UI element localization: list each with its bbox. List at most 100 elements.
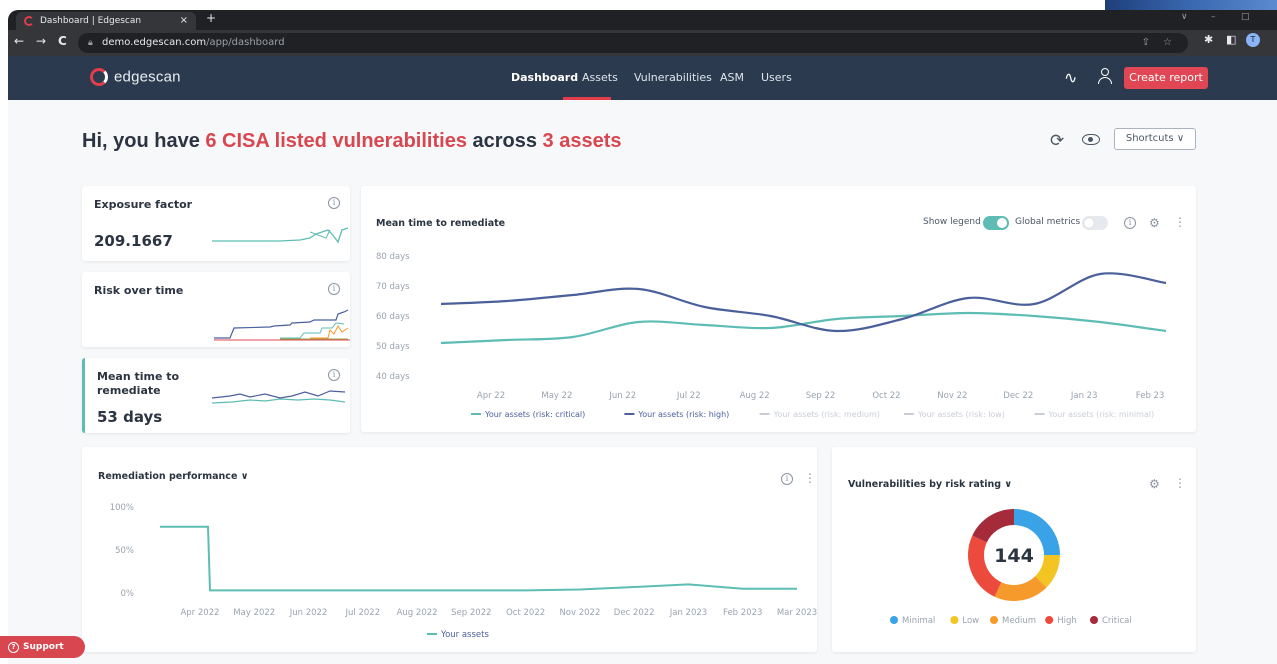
remediation-performance-card: Remediation performance ∨ i ⋮ 100% 50% 0% A… xyxy=(82,447,817,652)
vulns-risk-dropdown[interactable]: Vulnerabilities by risk rating ∨ xyxy=(848,479,1012,490)
y-tick-label: 0% xyxy=(121,589,135,599)
legend-label: Medium xyxy=(1002,616,1036,626)
maximize-button[interactable]: □ xyxy=(1241,12,1250,22)
x-tick-label: Oct 2022 xyxy=(506,608,545,618)
info-icon[interactable]: i xyxy=(328,197,340,209)
more-options-icon[interactable]: ⋮ xyxy=(1174,476,1186,490)
remediation-line-chart: 100% 50% 0% Apr 2022 May 2022 Jun 2022 Jul 202… xyxy=(110,503,817,640)
reload-icon[interactable]: C xyxy=(58,34,67,48)
x-tick-label: Feb 2023 xyxy=(723,608,762,618)
assets-link[interactable]: 3 assets xyxy=(543,130,622,152)
legend-label: Critical xyxy=(1102,616,1132,626)
legend-label: Your assets (risk: high) xyxy=(637,410,729,419)
legend-dot xyxy=(1045,616,1054,624)
more-options-icon[interactable]: ⋮ xyxy=(1174,215,1186,229)
donut-slice-medium xyxy=(994,576,1047,601)
user-account-icon[interactable] xyxy=(1096,66,1114,86)
browser-tab[interactable]: Dashboard | Edgescan × xyxy=(16,12,196,30)
x-tick-label: Dec 22 xyxy=(1003,391,1033,401)
donut-total: 144 xyxy=(994,545,1034,567)
exposure-factor-card[interactable]: Exposure factor i 209.1667 xyxy=(82,186,350,261)
tab-strip: Dashboard | Edgescan × + ∨ – □ xyxy=(8,10,1277,30)
legend-label: Minimal xyxy=(902,616,935,626)
shortcuts-dropdown[interactable]: Shortcuts ∨ xyxy=(1114,128,1196,150)
nav-vulnerabilities[interactable]: Vulnerabilities xyxy=(634,71,712,84)
mean-time-to-remediate-card[interactable]: Mean time to remediate i 53 days xyxy=(82,358,350,433)
nav-asm[interactable]: ASM xyxy=(720,71,744,84)
legend-label: Your assets xyxy=(440,630,489,640)
edgescan-logo[interactable]: edgescan xyxy=(90,68,181,88)
activity-icon[interactable]: ∿ xyxy=(1064,68,1077,87)
back-icon[interactable]: ← xyxy=(14,34,24,48)
global-metrics-label: Global metrics xyxy=(1015,217,1081,227)
y-tick-label: 100% xyxy=(110,503,134,513)
info-icon[interactable]: i xyxy=(1124,217,1136,229)
mttr-sparkline xyxy=(211,390,346,404)
app-navbar: edgescan Dashboard Assets Vulnerabilitie… xyxy=(8,56,1277,100)
legend-label: Your assets (risk: low) xyxy=(917,410,1005,419)
mttr-title-line2: remediate xyxy=(97,384,161,397)
vulns-donut-chart: 144 Minimal Low Medium High Critical xyxy=(890,509,1132,626)
settings-gear-icon[interactable]: ⚙ xyxy=(1149,216,1160,230)
more-options-icon[interactable]: ⋮ xyxy=(804,471,816,485)
lock-icon: 🔒︎ xyxy=(88,38,93,48)
bookmark-star-icon[interactable]: ☆ xyxy=(1163,33,1172,53)
profile-avatar[interactable]: T xyxy=(1246,33,1260,47)
info-icon[interactable]: i xyxy=(781,473,793,485)
extensions-icon[interactable]: ✱ xyxy=(1204,33,1213,46)
url-host: demo.edgescan.com xyxy=(102,37,207,48)
url-input[interactable]: 🔒︎ demo.edgescan.com/app/dashboard ⇪ ☆ xyxy=(78,33,1188,53)
risk-over-time-card[interactable]: Risk over time i xyxy=(82,272,350,347)
x-tick-label: Aug 22 xyxy=(740,391,770,401)
exposure-sparkline xyxy=(212,227,349,244)
x-tick-label: May 22 xyxy=(541,391,572,401)
y-tick-label: 80 days xyxy=(376,252,410,262)
x-tick-label: Jun 22 xyxy=(608,391,636,401)
x-tick-label: Nov 22 xyxy=(937,391,967,401)
tab-search-icon[interactable]: ∨ xyxy=(1181,12,1188,22)
minimize-button[interactable]: – xyxy=(1211,12,1216,22)
mttr-title-line1: Mean time to xyxy=(97,370,180,383)
legend-label: Your assets (risk: critical) xyxy=(484,410,585,419)
logo-text: edgescan xyxy=(114,68,181,86)
x-tick-label: Feb 23 xyxy=(1136,391,1165,401)
new-tab-button[interactable]: + xyxy=(206,11,216,25)
nav-assets[interactable]: Assets xyxy=(582,71,618,84)
info-icon[interactable]: i xyxy=(328,369,340,381)
y-tick-label: 50% xyxy=(115,546,134,556)
global-metrics-toggle[interactable] xyxy=(1082,216,1108,230)
mttr-chart-card: Mean time to remediate Show legend Globa… xyxy=(361,186,1196,432)
series-line-1 xyxy=(440,311,1167,345)
eye-icon[interactable] xyxy=(1082,134,1100,145)
legend-dot xyxy=(990,616,998,624)
mttr-line-chart: 80 days 70 days 60 days 50 days 40 days Apr 2… xyxy=(376,252,1167,419)
support-button[interactable]: ? Support xyxy=(0,636,85,658)
refresh-icon[interactable]: ⟳ xyxy=(1050,131,1064,151)
series-line-2 xyxy=(440,272,1167,333)
nav-dashboard[interactable]: Dashboard xyxy=(511,71,578,84)
show-legend-toggle[interactable] xyxy=(983,216,1009,230)
greeting-middle: across xyxy=(466,130,543,152)
settings-gear-icon[interactable]: ⚙ xyxy=(1149,477,1160,491)
support-label: Support xyxy=(23,642,64,652)
forward-icon[interactable]: → xyxy=(36,34,46,48)
show-legend-label: Show legend xyxy=(923,217,981,227)
x-tick-label: May 2022 xyxy=(233,608,275,618)
legend-label: Your assets (risk: minimal) xyxy=(1048,410,1155,419)
risk-sparkline xyxy=(214,309,350,341)
x-tick-label: Apr 2022 xyxy=(180,608,219,618)
cisa-vulnerabilities-link[interactable]: 6 CISA listed vulnerabilities xyxy=(205,130,467,152)
x-tick-label: Jul 22 xyxy=(676,391,701,401)
x-tick-label: Sep 22 xyxy=(806,391,836,401)
info-icon[interactable]: i xyxy=(328,283,340,295)
sidepanel-icon[interactable]: ◧ xyxy=(1226,33,1236,46)
y-tick-label: 60 days xyxy=(376,312,410,322)
tab-close-icon[interactable]: × xyxy=(180,12,188,30)
nav-users[interactable]: Users xyxy=(761,71,792,84)
mttr-title: Mean time to remediate xyxy=(97,370,179,398)
share-icon[interactable]: ⇪ xyxy=(1142,33,1150,53)
remediation-dropdown[interactable]: Remediation performance ∨ xyxy=(98,471,248,482)
legend-dot xyxy=(950,616,959,624)
legend-label: Low xyxy=(962,616,979,626)
create-report-button[interactable]: Create report xyxy=(1124,67,1208,89)
